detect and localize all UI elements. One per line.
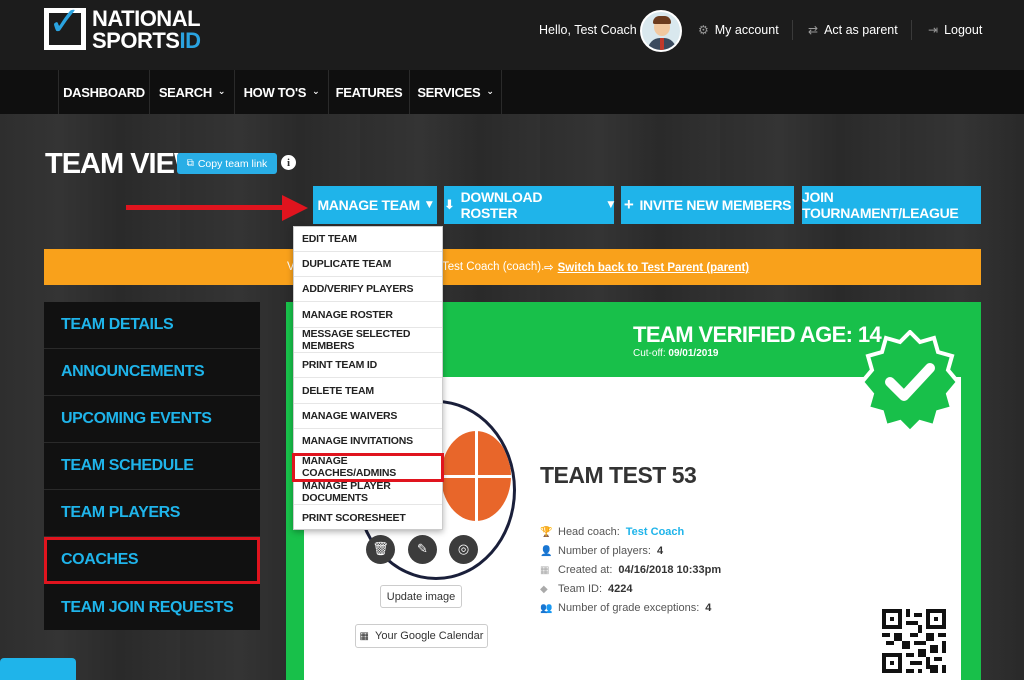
manage-team-dropdown: EDIT TEAM DUPLICATE TEAM ADD/VERIFY PLAY… [292, 226, 444, 530]
trophy-icon: 🏆 [540, 526, 553, 538]
menu-item-manage-waivers[interactable]: MANAGE WAIVERS [294, 404, 442, 429]
logout-link[interactable]: ⇥ Logout [928, 23, 982, 37]
calendar-icon: ▦ [359, 630, 369, 642]
google-calendar-button[interactable]: ▦ Your Google Calendar [355, 624, 488, 648]
menu-item-add-verify-players[interactable]: ADD/VERIFY PLAYERS [294, 277, 442, 302]
menu-item-print-scoresheet[interactable]: PRINT SCORESHEET [294, 505, 442, 530]
sidebar-item-coaches[interactable]: COACHES [44, 537, 260, 584]
menu-item-duplicate-team[interactable]: DUPLICATE TEAM [294, 252, 442, 277]
logo-check-icon: ✓ [48, 0, 82, 45]
nav-dashboard[interactable]: DASHBOARD [58, 70, 149, 114]
invite-new-members-button[interactable]: + INVITE NEW MEMBERS [621, 186, 794, 224]
sidebar-item-team-join-requests[interactable]: TEAM JOIN REQUESTS [44, 584, 260, 631]
instagram-icon: ◎ [457, 542, 470, 557]
user-icon: 👤 [540, 545, 553, 557]
menu-item-manage-roster[interactable]: MANAGE ROSTER [294, 303, 442, 328]
switch-icon: ⇄ [808, 23, 819, 37]
sidebar-item-announcements[interactable]: ANNOUNCEMENTS [44, 349, 260, 396]
nav-search[interactable]: SEARCH ⌄ [149, 70, 234, 114]
join-tournament-league-button[interactable]: JOIN TOURNAMENT/LEAGUE [802, 186, 981, 224]
update-image-button[interactable]: Update image [380, 585, 462, 608]
nav-features[interactable]: FEATURES [328, 70, 409, 114]
logo-text-line2: SPORTSID [92, 28, 201, 53]
top-bar: ✓ NATIONAL SPORTSID Hello, Test Coach ⚙ … [0, 0, 1024, 70]
main-navbar: DASHBOARD SEARCH ⌄ HOW TO'S ⌄ FEATURES SER… [0, 70, 1024, 114]
impersonation-banner: V Test Coach (coach). ⇨ Switch back to Te… [44, 249, 981, 285]
caret-down-icon: ▼ [425, 200, 433, 210]
verified-badge-icon [859, 330, 961, 434]
switch-back-link[interactable]: ⇨ Switch back to Test Parent (parent) [544, 260, 749, 274]
team-id-row: ◆ Team ID: 4224 [540, 583, 633, 595]
instagram-button[interactable]: ◎ [449, 535, 478, 564]
download-icon: ⬇ [444, 197, 455, 213]
chat-widget-button[interactable] [0, 658, 76, 680]
head-coach-link[interactable]: Test Coach [626, 526, 684, 538]
menu-item-manage-player-documents[interactable]: MANAGE PLAYER DOCUMENTS [294, 480, 442, 505]
players-count-row: 👤 Number of players: 4 [540, 545, 664, 557]
nav-how-tos[interactable]: HOW TO'S ⌄ [234, 70, 328, 114]
menu-item-message-selected-members[interactable]: MESSAGE SELECTED MEMBERS [294, 328, 442, 353]
sidebar-item-team-players[interactable]: TEAM PLAYERS [44, 490, 260, 537]
annotation-arrow-head [282, 195, 308, 221]
delete-image-button[interactable]: 🗑 [366, 535, 395, 564]
national-sports-id-logo[interactable]: ✓ NATIONAL SPORTSID [44, 2, 201, 54]
copy-icon: ⧉ [186, 158, 194, 169]
trash-icon: 🗑 [372, 542, 389, 557]
cutoff-date: Cut-off: 09/01/2019 [633, 348, 719, 359]
user-plus-icon: 👥 [540, 602, 553, 614]
team-sidebar: TEAM DETAILS ANNOUNCEMENTS UPCOMING EVEN… [44, 302, 260, 630]
my-account-link[interactable]: ⚙ My account [698, 23, 779, 37]
grade-exceptions-row: 👥 Number of grade exceptions: 4 [540, 602, 712, 614]
qr-code-icon[interactable] [882, 609, 946, 673]
plus-icon: + [623, 195, 634, 214]
head-coach-row: 🏆 Head coach: Test Coach [540, 526, 685, 538]
act-as-parent-link[interactable]: ⇄ Act as parent [808, 23, 898, 37]
calendar-icon: ▦ [540, 564, 550, 576]
menu-item-delete-team[interactable]: DELETE TEAM [294, 379, 442, 404]
chevron-down-icon: ⌄ [217, 87, 226, 97]
sidebar-item-team-schedule[interactable]: TEAM SCHEDULE [44, 443, 260, 490]
avatar[interactable] [640, 10, 682, 52]
sidebar-item-team-details[interactable]: TEAM DETAILS [44, 302, 260, 349]
menu-item-print-team-id[interactable]: PRINT TEAM ID [294, 353, 442, 378]
nav-services[interactable]: SERVICES ⌄ [409, 70, 502, 114]
team-name: TEAM TEST 53 [540, 462, 697, 488]
menu-item-manage-invitations[interactable]: MANAGE INVITATIONS [294, 429, 442, 454]
chevron-down-icon: ⌄ [486, 87, 494, 97]
menu-item-manage-coaches-admins[interactable]: MANAGE COACHES/ADMINS [292, 453, 444, 482]
gear-icon: ⚙ [698, 23, 709, 37]
logo-text-line1: NATIONAL [92, 6, 201, 31]
annotation-arrow-shaft [126, 205, 286, 210]
menu-item-edit-team[interactable]: EDIT TEAM [294, 227, 442, 252]
chevron-down-icon: ⌄ [312, 87, 320, 97]
pencil-icon: ✎ [417, 542, 428, 557]
manage-team-button[interactable]: MANAGE TEAM ▼ [313, 186, 437, 224]
sidebar-item-upcoming-events[interactable]: UPCOMING EVENTS [44, 396, 260, 443]
greeting-text: Hello, Test Coach [539, 23, 637, 37]
info-icon[interactable]: i [281, 155, 296, 170]
caret-down-icon: ▼ [607, 200, 614, 210]
team-verified-age: TEAM VERIFIED AGE: 14 [633, 322, 882, 347]
switch-icon: ⇨ [544, 260, 554, 274]
copy-team-link-button[interactable]: ⧉ Copy team link [177, 153, 277, 174]
logout-icon: ⇥ [928, 23, 939, 37]
edit-image-button[interactable]: ✎ [408, 535, 437, 564]
download-roster-button[interactable]: ⬇ DOWNLOAD ROSTER ▼ [444, 186, 614, 224]
tag-icon: ◆ [540, 583, 548, 595]
created-at-row: ▦ Created at: 04/16/2018 10:33pm [540, 564, 722, 576]
